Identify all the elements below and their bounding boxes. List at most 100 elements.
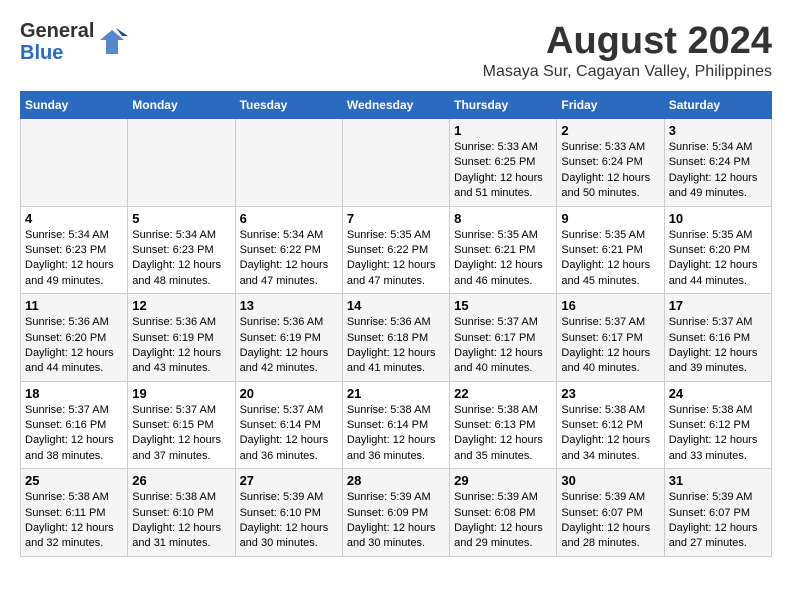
cell-text: Sunset: 6:21 PM	[454, 243, 552, 258]
week-row-3: 11Sunrise: 5:36 AMSunset: 6:20 PMDayligh…	[21, 294, 772, 382]
cell-text: Daylight: 12 hours	[25, 258, 123, 273]
cell-text: Sunset: 6:13 PM	[454, 418, 552, 433]
cell-text: Sunrise: 5:36 AM	[25, 315, 123, 330]
cell-text: and 45 minutes.	[561, 274, 659, 289]
cell-text: Sunset: 6:10 PM	[240, 506, 338, 521]
cell-text: Daylight: 12 hours	[347, 521, 445, 536]
cell-text: Sunset: 6:23 PM	[132, 243, 230, 258]
calendar-cell	[21, 119, 128, 207]
cell-text: Daylight: 12 hours	[240, 258, 338, 273]
cell-text: Sunrise: 5:38 AM	[669, 403, 767, 418]
day-number: 26	[132, 473, 230, 488]
cell-text: Sunrise: 5:39 AM	[669, 490, 767, 505]
cell-text: Sunset: 6:20 PM	[25, 331, 123, 346]
calendar-cell: 4 Sunrise: 5:34 AMSunset: 6:23 PMDaylight…	[21, 206, 128, 294]
day-number: 16	[561, 298, 659, 313]
cell-text: Sunset: 6:11 PM	[25, 506, 123, 521]
cell-text: and 46 minutes.	[454, 274, 552, 289]
col-wednesday: Wednesday	[342, 92, 449, 119]
day-number: 8	[454, 211, 552, 226]
cell-text: Sunrise: 5:36 AM	[240, 315, 338, 330]
day-number: 31	[669, 473, 767, 488]
page-header: General Blue August 2024 Masaya Sur, Cag…	[20, 20, 772, 81]
cell-text: Sunset: 6:17 PM	[561, 331, 659, 346]
day-number: 13	[240, 298, 338, 313]
page-subtitle: Masaya Sur, Cagayan Valley, Philippines	[483, 63, 772, 81]
cell-text: Sunset: 6:21 PM	[561, 243, 659, 258]
calendar-cell: 10Sunrise: 5:35 AMSunset: 6:20 PMDayligh…	[664, 206, 771, 294]
cell-text: and 42 minutes.	[240, 361, 338, 376]
cell-text: and 50 minutes.	[561, 186, 659, 201]
day-number: 11	[25, 298, 123, 313]
calendar-cell: 23Sunrise: 5:38 AMSunset: 6:12 PMDayligh…	[557, 381, 664, 469]
calendar-cell: 21Sunrise: 5:38 AMSunset: 6:14 PMDayligh…	[342, 381, 449, 469]
day-number: 25	[25, 473, 123, 488]
cell-text: Sunrise: 5:39 AM	[347, 490, 445, 505]
day-number: 19	[132, 386, 230, 401]
calendar-cell: 1Sunrise: 5:33 AMSunset: 6:25 PMDaylight…	[450, 119, 557, 207]
cell-text: and 27 minutes.	[669, 536, 767, 551]
cell-text: Sunset: 6:23 PM	[25, 243, 123, 258]
cell-text: Sunset: 6:10 PM	[132, 506, 230, 521]
cell-text: and 29 minutes.	[454, 536, 552, 551]
cell-text: Daylight: 12 hours	[240, 346, 338, 361]
calendar-header: Sunday Monday Tuesday Wednesday Thursday…	[21, 92, 772, 119]
cell-text: and 40 minutes.	[561, 361, 659, 376]
week-row-5: 25 Sunrise: 5:38 AMSunset: 6:11 PM Dayligh…	[21, 469, 772, 557]
cell-text: Sunset: 6:14 PM	[347, 418, 445, 433]
cell-text: Sunset: 6:14 PM	[240, 418, 338, 433]
cell-text: Sunrise: 5:34 AM	[669, 140, 767, 155]
day-number: 21	[347, 386, 445, 401]
calendar-cell: 3Sunrise: 5:34 AMSunset: 6:24 PMDaylight…	[664, 119, 771, 207]
cell-text: Daylight: 12 hours	[669, 433, 767, 448]
cell-text: Sunrise: 5:38 AM	[561, 403, 659, 418]
cell-text: Daylight: 12 hours	[454, 433, 552, 448]
cell-text: Sunrise: 5:37 AM	[25, 403, 123, 418]
col-friday: Friday	[557, 92, 664, 119]
cell-text: and 48 minutes.	[132, 274, 230, 289]
cell-text: Daylight: 12 hours	[561, 521, 659, 536]
calendar-cell: 14Sunrise: 5:36 AMSunset: 6:18 PMDayligh…	[342, 294, 449, 382]
cell-text: Sunset: 6:16 PM	[669, 331, 767, 346]
week-row-1: 1Sunrise: 5:33 AMSunset: 6:25 PMDaylight…	[21, 119, 772, 207]
week-row-4: 18Sunrise: 5:37 AMSunset: 6:16 PMDayligh…	[21, 381, 772, 469]
day-number: 9	[561, 211, 659, 226]
cell-text: and 44 minutes.	[25, 361, 123, 376]
cell-text: Daylight: 12 hours	[132, 521, 230, 536]
cell-text: Sunrise: 5:35 AM	[669, 228, 767, 243]
cell-text: Sunset: 6:25 PM	[454, 155, 552, 170]
week-row-2: 4Sunrise: 5:34 AMSunset: 6:23 PMDaylight…	[21, 206, 772, 294]
cell-text: Sunset: 6:19 PM	[240, 331, 338, 346]
calendar-cell: 27Sunrise: 5:39 AMSunset: 6:10 PMDayligh…	[235, 469, 342, 557]
calendar-cell: 6Sunrise: 5:34 AMSunset: 6:22 PMDaylight…	[235, 206, 342, 294]
cell-text: Daylight: 12 hours	[25, 346, 123, 361]
day-number: 3	[669, 123, 767, 138]
cell-text: Sunrise: 5:35 AM	[454, 228, 552, 243]
calendar-cell: 16Sunrise: 5:37 AMSunset: 6:17 PMDayligh…	[557, 294, 664, 382]
cell-text: Sunrise: 5:34 AM	[25, 228, 123, 243]
day-number: 4	[25, 211, 123, 226]
cell-text: Sunset: 6:22 PM	[347, 243, 445, 258]
day-number: 14	[347, 298, 445, 313]
cell-text: Sunrise: 5:34 AM	[240, 228, 338, 243]
cell-text: and 47 minutes.	[347, 274, 445, 289]
cell-text: and 49 minutes.	[669, 186, 767, 201]
cell-text: Sunrise: 5:39 AM	[454, 490, 552, 505]
day-number: 27	[240, 473, 338, 488]
calendar-cell: 11 Sunrise: 5:36 AMSunset: 6:20 PMDayligh…	[21, 294, 128, 382]
cell-text: and 30 minutes.	[347, 536, 445, 551]
cell-text: Sunset: 6:07 PM	[669, 506, 767, 521]
cell-text: Daylight: 12 hours	[454, 258, 552, 273]
cell-text: Sunset: 6:24 PM	[669, 155, 767, 170]
title-area: August 2024 Masaya Sur, Cagayan Valley, …	[483, 20, 772, 81]
calendar-cell: 28Sunrise: 5:39 AMSunset: 6:09 PMDayligh…	[342, 469, 449, 557]
cell-text: Sunrise: 5:34 AM	[132, 228, 230, 243]
cell-text: and 31 minutes.	[132, 536, 230, 551]
cell-text: Sunrise: 5:38 AM	[25, 490, 123, 505]
calendar-cell: 9Sunrise: 5:35 AMSunset: 6:21 PMDaylight…	[557, 206, 664, 294]
calendar-cell: 15Sunrise: 5:37 AMSunset: 6:17 PMDayligh…	[450, 294, 557, 382]
cell-text: Daylight: 12 hours	[561, 171, 659, 186]
cell-text: Sunrise: 5:33 AM	[454, 140, 552, 155]
calendar-cell: 20Sunrise: 5:37 AMSunset: 6:14 PMDayligh…	[235, 381, 342, 469]
day-number: 5	[132, 211, 230, 226]
